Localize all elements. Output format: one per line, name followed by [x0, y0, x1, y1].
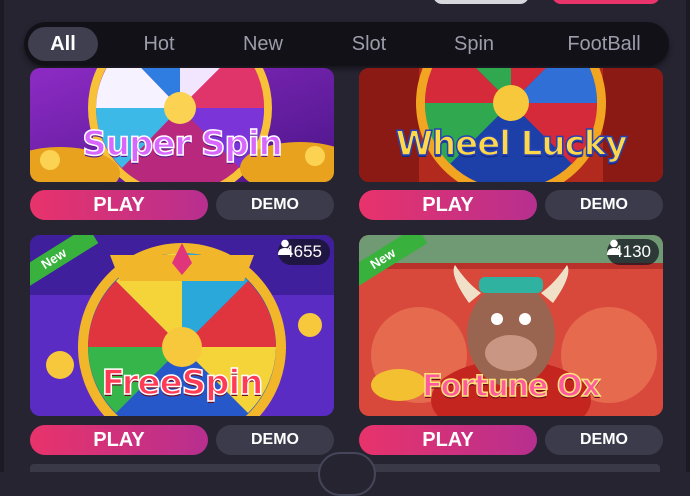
game-banner-super-spin[interactable]: Super Spin [30, 68, 334, 182]
demo-button[interactable]: DEMO [216, 190, 334, 220]
play-button[interactable]: PLAY [30, 425, 208, 455]
game-banner-fortune-ox[interactable]: New 4130 Fortune Ox [359, 235, 663, 416]
frame-edge-left [0, 0, 4, 472]
tab-slot[interactable]: Slot [334, 22, 404, 66]
header-button-partial[interactable] [433, 0, 529, 4]
demo-button[interactable]: DEMO [545, 190, 663, 220]
game-title: Wheel Lucky [395, 123, 629, 165]
play-button[interactable]: PLAY [359, 190, 537, 220]
bottom-nav-center-button[interactable] [318, 452, 376, 496]
player-count: 4655 [278, 239, 330, 265]
category-tab-bar: All Hot New Slot Spin FootBall [24, 22, 669, 66]
demo-button[interactable]: DEMO [545, 425, 663, 455]
game-banner-wheel-lucky[interactable]: Wheel Lucky [359, 68, 663, 182]
frame-edge-right [686, 0, 690, 472]
tab-hot[interactable]: Hot [124, 22, 194, 66]
user-icon [278, 239, 293, 255]
play-button[interactable]: PLAY [30, 190, 208, 220]
tab-new[interactable]: New [226, 22, 300, 66]
user-icon [607, 239, 622, 255]
game-title: Fortune Ox [422, 368, 602, 405]
tab-all[interactable]: All [28, 27, 98, 61]
tab-football[interactable]: FootBall [554, 22, 654, 66]
player-count: 4130 [607, 239, 659, 265]
game-banner-freespin[interactable]: New 4655 FreeSpin [30, 235, 334, 416]
game-title: Super Spin [82, 123, 284, 165]
demo-button[interactable]: DEMO [216, 425, 334, 455]
play-button[interactable]: PLAY [359, 425, 537, 455]
header-cta-button-partial[interactable] [552, 0, 660, 4]
tab-spin[interactable]: Spin [439, 22, 509, 66]
game-title: FreeSpin [101, 362, 264, 404]
